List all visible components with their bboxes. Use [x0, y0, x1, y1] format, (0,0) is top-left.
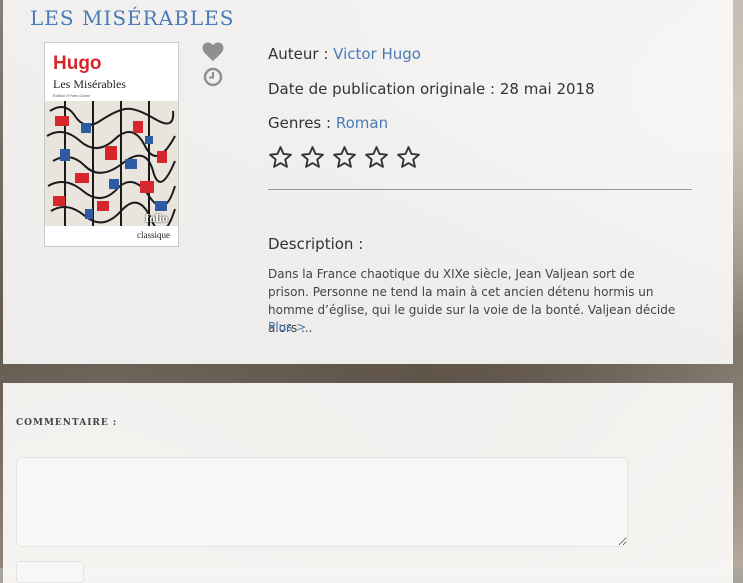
divider	[268, 189, 692, 190]
star-1-icon[interactable]	[268, 145, 293, 170]
star-4-icon[interactable]	[364, 145, 389, 170]
cover-artwork	[45, 101, 178, 226]
book-title: LES MISÉRABLES	[30, 6, 235, 30]
comment-textarea[interactable]	[16, 457, 628, 547]
clock-icon[interactable]	[203, 67, 223, 87]
submit-button[interactable]	[16, 561, 84, 583]
publication-date-label: Date de publication originale :	[268, 80, 500, 98]
book-cover-image: Hugo Les Misérables Édition d'Yves Gohin	[44, 42, 179, 247]
cover-collection: classique	[137, 230, 170, 240]
cover-author: Hugo	[53, 53, 102, 74]
author-link[interactable]: Victor Hugo	[333, 45, 421, 63]
cover-title: Les Misérables	[53, 77, 126, 91]
publication-date-value: 28 mai 2018	[499, 80, 595, 98]
star-5-icon[interactable]	[396, 145, 421, 170]
rating-stars	[268, 145, 421, 170]
comment-card: COMMENTAIRE :	[3, 383, 733, 583]
description-text: Dans la France chaotique du XIXe siècle,…	[268, 267, 676, 335]
description-label: Description :	[268, 235, 364, 253]
publication-date-row: Date de publication originale : 28 mai 2…	[268, 80, 595, 98]
genres-label: Genres :	[268, 114, 336, 132]
genres-row: Genres : Roman	[268, 114, 388, 132]
heart-icon[interactable]	[202, 42, 224, 62]
cover-brand: folio	[145, 211, 168, 225]
comment-label: COMMENTAIRE :	[16, 418, 118, 428]
more-link[interactable]: Plus >	[268, 320, 306, 334]
genre-link[interactable]: Roman	[336, 114, 388, 132]
star-3-icon[interactable]	[332, 145, 357, 170]
book-details-card: LES MISÉRABLES Hugo Les Misérables Éditi…	[3, 0, 733, 364]
author-label: Auteur :	[268, 45, 334, 63]
author-row: Auteur : Victor Hugo	[268, 45, 421, 63]
star-2-icon[interactable]	[300, 145, 325, 170]
cover-subtitle: Édition d'Yves Gohin	[53, 93, 90, 98]
